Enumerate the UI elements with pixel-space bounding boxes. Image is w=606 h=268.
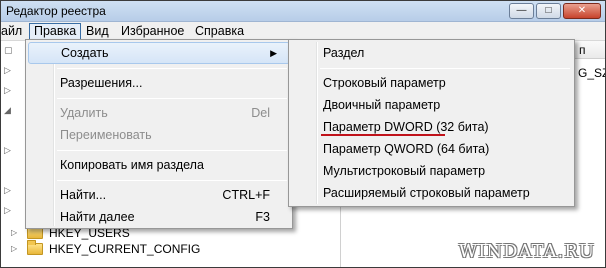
expander-icon[interactable]: ▷ bbox=[4, 65, 11, 76]
expander-icon[interactable]: ◢ bbox=[4, 105, 11, 116]
menu-separator bbox=[57, 180, 287, 181]
tree-item-label: HKEY_CURRENT_CONFIG bbox=[49, 242, 201, 256]
menu-item-permissions[interactable]: Разрешения... bbox=[28, 72, 290, 94]
maximize-button[interactable]: □ bbox=[536, 3, 561, 19]
expander-icon[interactable]: ▷ bbox=[4, 145, 11, 156]
watermark: WINDATA.RU bbox=[458, 241, 595, 262]
title-bar: Редактор реестра — □ ✕ bbox=[1, 1, 605, 22]
submenu-item-expandable-string-value[interactable]: Расширяемый строковый параметр bbox=[291, 182, 572, 204]
submenu-item-qword-value[interactable]: Параметр QWORD (64 бита) bbox=[291, 138, 572, 160]
window-title: Редактор реестра bbox=[6, 4, 106, 18]
minimize-button[interactable]: — bbox=[509, 3, 534, 19]
menu-separator bbox=[57, 150, 287, 151]
menu-item-find[interactable]: Найти... CTRL+F bbox=[28, 184, 290, 206]
computer-icon: ▢ bbox=[4, 45, 13, 55]
menu-separator bbox=[57, 68, 287, 69]
expander-icon[interactable]: ▷ bbox=[11, 229, 19, 237]
menu-item-find-next[interactable]: Найти далее F3 bbox=[28, 206, 290, 228]
menu-edit[interactable]: Правка bbox=[29, 23, 82, 40]
menu-view[interactable]: Вид bbox=[82, 23, 113, 40]
menu-item-rename[interactable]: Переименовать bbox=[28, 124, 290, 146]
create-submenu: Раздел Строковый параметр Двоичный парам… bbox=[288, 39, 575, 207]
menu-help[interactable]: Справка bbox=[191, 23, 248, 40]
menu-item-create[interactable]: Создать ▶ bbox=[28, 42, 290, 64]
expander-icon[interactable]: ▷ bbox=[11, 245, 19, 253]
menu-file[interactable]: айл bbox=[1, 23, 26, 40]
menu-favorites[interactable]: Избранное bbox=[117, 23, 188, 40]
submenu-item-string-value[interactable]: Строковый параметр bbox=[291, 72, 572, 94]
folder-icon bbox=[27, 240, 43, 255]
menu-item-delete[interactable]: Удалить Del bbox=[28, 102, 290, 124]
close-button[interactable]: ✕ bbox=[563, 3, 601, 19]
shortcut-label: Del bbox=[251, 106, 270, 120]
shortcut-label: CTRL+F bbox=[222, 188, 270, 202]
submenu-arrow-icon: ▶ bbox=[270, 48, 277, 58]
edit-menu-dropdown: Создать ▶ Разрешения... Удалить Del Пере… bbox=[25, 39, 293, 229]
column-header-label: п bbox=[579, 43, 586, 57]
expander-icon[interactable]: ▷ bbox=[4, 185, 11, 196]
tree-item-hkey-current-config[interactable]: ▷ HKEY_CURRENT_CONFIG bbox=[11, 240, 201, 257]
menu-separator bbox=[57, 98, 287, 99]
registry-editor-window: Редактор реестра — □ ✕ айл Правка Вид Из… bbox=[0, 0, 606, 268]
shortcut-label: F3 bbox=[255, 210, 270, 224]
value-type-cell: G_SZ bbox=[578, 66, 605, 80]
window-controls: — □ ✕ bbox=[509, 3, 601, 19]
expander-icon[interactable]: ▷ bbox=[4, 85, 11, 96]
submenu-item-multi-string-value[interactable]: Мультистроковый параметр bbox=[291, 160, 572, 182]
submenu-item-binary-value[interactable]: Двоичный параметр bbox=[291, 94, 572, 116]
expander-icon[interactable]: ▷ bbox=[4, 205, 11, 216]
menu-item-copy-key-name[interactable]: Копировать имя раздела bbox=[28, 154, 290, 176]
submenu-item-key[interactable]: Раздел bbox=[291, 42, 572, 64]
annotation-underline bbox=[321, 134, 445, 136]
menu-separator bbox=[320, 68, 570, 69]
